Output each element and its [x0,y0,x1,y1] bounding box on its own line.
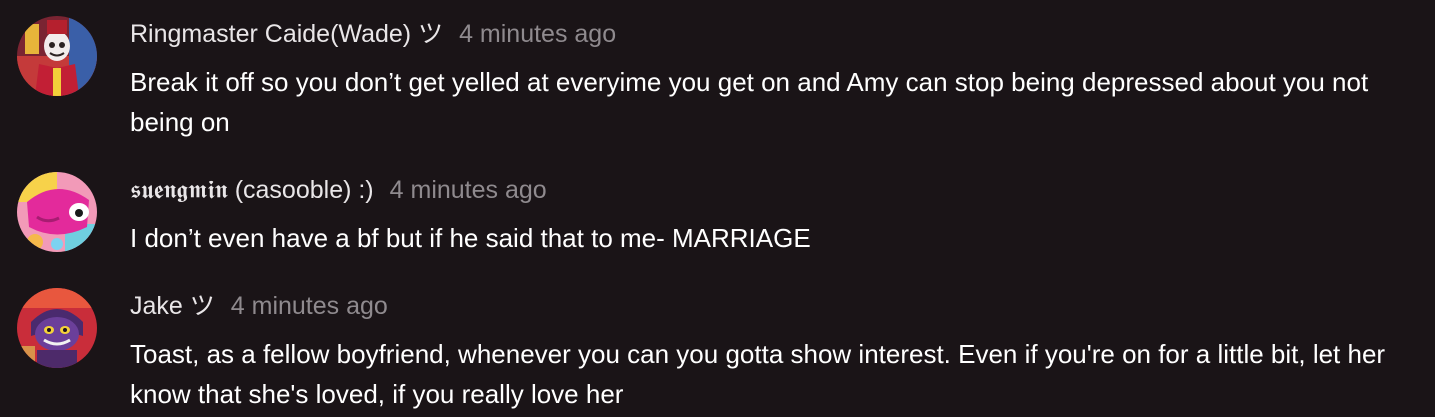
comment-list: Ringmaster Caide(Wade) ツ 4 minutes ago B… [0,0,1435,417]
timestamp: 4 minutes ago [389,176,547,204]
username[interactable]: 𝖘𝖚𝖊𝖓𝖌𝖒𝖎𝖓 (casooble) :) [130,172,374,208]
avatar[interactable] [17,172,97,252]
comment-text: I don’t even have a bf but if he said th… [130,223,811,253]
username[interactable]: Ringmaster Caide(Wade) ツ [130,16,443,52]
pink-character-avatar-icon [17,172,97,252]
timestamp: 4 minutes ago [230,292,388,320]
ringmaster-avatar-icon [17,16,97,96]
jester-avatar-icon [17,288,97,368]
comment-text: Toast, as a fellow boyfriend, whenever y… [130,339,1386,409]
comment-text: Break it off so you don’t get yelled at … [130,67,1369,137]
avatar[interactable] [17,288,97,368]
timestamp: 4 minutes ago [459,20,617,48]
username[interactable]: Jake ツ [130,288,215,324]
avatar[interactable] [17,16,97,96]
